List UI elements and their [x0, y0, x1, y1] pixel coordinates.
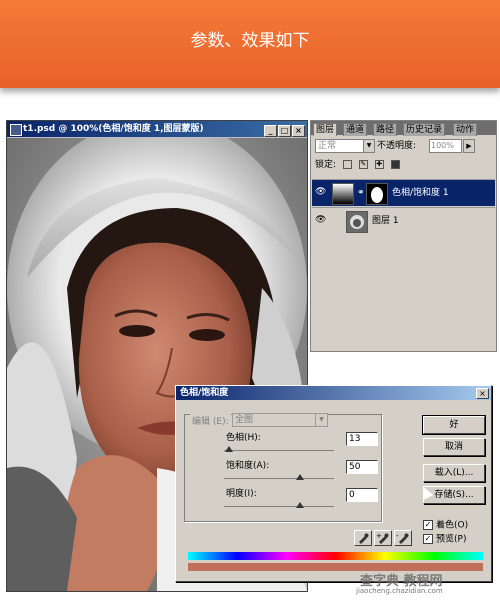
layer-thumbnail: [346, 211, 368, 233]
eyedropper-plus-icon[interactable]: +: [374, 530, 392, 546]
dialog-title-bar[interactable]: 色相/饱和度 ×: [176, 386, 491, 400]
hue-slider-track[interactable]: [224, 450, 334, 451]
mask-silhouette: [371, 187, 383, 203]
lightness-input[interactable]: 0: [346, 488, 378, 502]
lightness-slider-track[interactable]: [224, 506, 334, 507]
lightness-label: 明度(I):: [226, 489, 257, 499]
tab-layers[interactable]: 图层: [313, 123, 338, 136]
saturation-label: 饱和度(A):: [226, 461, 270, 471]
layer-name: 色相/饱和度 1: [392, 188, 449, 198]
opacity-input[interactable]: 100%: [429, 139, 462, 153]
eyedropper-glyph: [359, 533, 369, 544]
lightness-slider-thumb[interactable]: [296, 502, 304, 508]
lock-transparency-icon[interactable]: [342, 160, 352, 169]
colorize-checkbox[interactable]: ✓: [423, 520, 433, 530]
tab-actions[interactable]: 动作: [453, 123, 478, 136]
eye-icon[interactable]: 👁: [315, 215, 326, 225]
saturation-slider-thumb[interactable]: [296, 474, 304, 480]
lock-label: 锁定:: [315, 160, 337, 170]
watermark-url: jiaocheng.chazidian.com: [356, 587, 443, 595]
hue-label: 色相(H):: [226, 433, 261, 443]
hue-slider-thumb[interactable]: [225, 446, 233, 452]
layer-row[interactable]: 👁 图层 1: [312, 207, 495, 234]
photoshop-doc-icon: [10, 124, 22, 136]
adjustment-layer-icon: [332, 183, 354, 205]
opacity-arrow-icon[interactable]: ▶: [463, 139, 475, 153]
colorize-shortcut: (O): [454, 520, 469, 531]
tab-paths[interactable]: 路径: [373, 123, 398, 136]
hue-saturation-dialog: 色相/饱和度 × 编辑 (E): 全图 ▼ 色相(H): 13 饱和度(A): …: [175, 385, 492, 582]
close-button[interactable]: ×: [292, 125, 305, 137]
layer-mask-thumbnail[interactable]: [366, 183, 388, 205]
eyedropper-minus-icon[interactable]: -: [394, 530, 412, 546]
chevron-down-icon: ▼: [315, 414, 327, 426]
document-title-bar[interactable]: t1.psd @ 100%(色相/饱和度 1,图层蒙版) _ □ ×: [7, 121, 307, 137]
blend-row: 正常 ▼ 不透明度: 100% ▶: [313, 139, 494, 153]
close-icon[interactable]: ×: [476, 388, 489, 399]
cancel-button[interactable]: 取消: [423, 438, 485, 456]
banner: 参数、效果如下: [0, 0, 500, 88]
preview-label: 预览: [436, 534, 455, 545]
blend-mode-select[interactable]: 正常 ▼: [315, 139, 375, 153]
lock-pixels-icon[interactable]: ✎: [358, 160, 368, 169]
layer-row[interactable]: 👁 ⚭ 色相/饱和度 1: [312, 179, 495, 206]
colorize-label: 着色: [436, 520, 455, 531]
tab-channels[interactable]: 通道: [343, 123, 368, 136]
ok-button[interactable]: 好: [422, 415, 486, 435]
tab-history[interactable]: 历史记录: [403, 123, 446, 136]
banner-title: 参数、效果如下: [190, 31, 310, 51]
link-icon[interactable]: ⚭: [357, 188, 365, 198]
hue-input[interactable]: 13: [346, 432, 378, 446]
hue-spectrum-bar: [188, 552, 483, 560]
saturation-input[interactable]: 50: [346, 460, 378, 474]
preview-checkbox-row[interactable]: ✓ 预览(P): [423, 534, 466, 545]
edit-select[interactable]: 全图 ▼: [232, 413, 328, 427]
load-button[interactable]: 载入(L)...: [423, 464, 485, 482]
lock-all-icon[interactable]: [390, 160, 400, 169]
eyedropper-minus-glyph: -: [396, 532, 409, 544]
document-title: t1.psd @ 100%(色相/饱和度 1,图层蒙版): [23, 124, 204, 134]
svg-text:+: +: [376, 532, 382, 540]
layer-thumbnail-image: [350, 215, 364, 229]
maximize-button[interactable]: □: [278, 125, 291, 137]
dialog-title: 色相/饱和度: [180, 388, 229, 398]
colorize-checkbox-row[interactable]: ✓ 着色(O): [423, 520, 468, 531]
preview-checkbox[interactable]: ✓: [423, 534, 433, 544]
lock-position-icon[interactable]: ✚: [374, 160, 384, 169]
eyedropper-plus-glyph: +: [376, 532, 389, 544]
edit-label: 编辑 (E):: [190, 414, 231, 427]
layer-name: 图层 1: [372, 216, 399, 226]
preview-shortcut: (P): [454, 534, 467, 545]
minimize-button[interactable]: _: [264, 125, 277, 137]
layers-palette: 图层 通道 路径 历史记录 动作 正常 ▼ 不透明度: 100% ▶ 锁定: ✎…: [310, 120, 497, 352]
edit-select-value: 全图: [235, 415, 254, 425]
eye-icon[interactable]: 👁: [315, 187, 326, 197]
opacity-label: 不透明度:: [377, 141, 417, 151]
saturation-slider-track[interactable]: [224, 478, 334, 479]
eyedropper-icon[interactable]: [354, 530, 372, 546]
svg-text:-: -: [396, 532, 399, 540]
chevron-down-icon: ▼: [363, 140, 374, 152]
lock-row: 锁定: ✎ ✚: [315, 159, 495, 171]
palette-tabs: 图层 通道 路径 历史记录 动作: [311, 121, 496, 136]
blend-mode-value: 正常: [318, 141, 337, 151]
